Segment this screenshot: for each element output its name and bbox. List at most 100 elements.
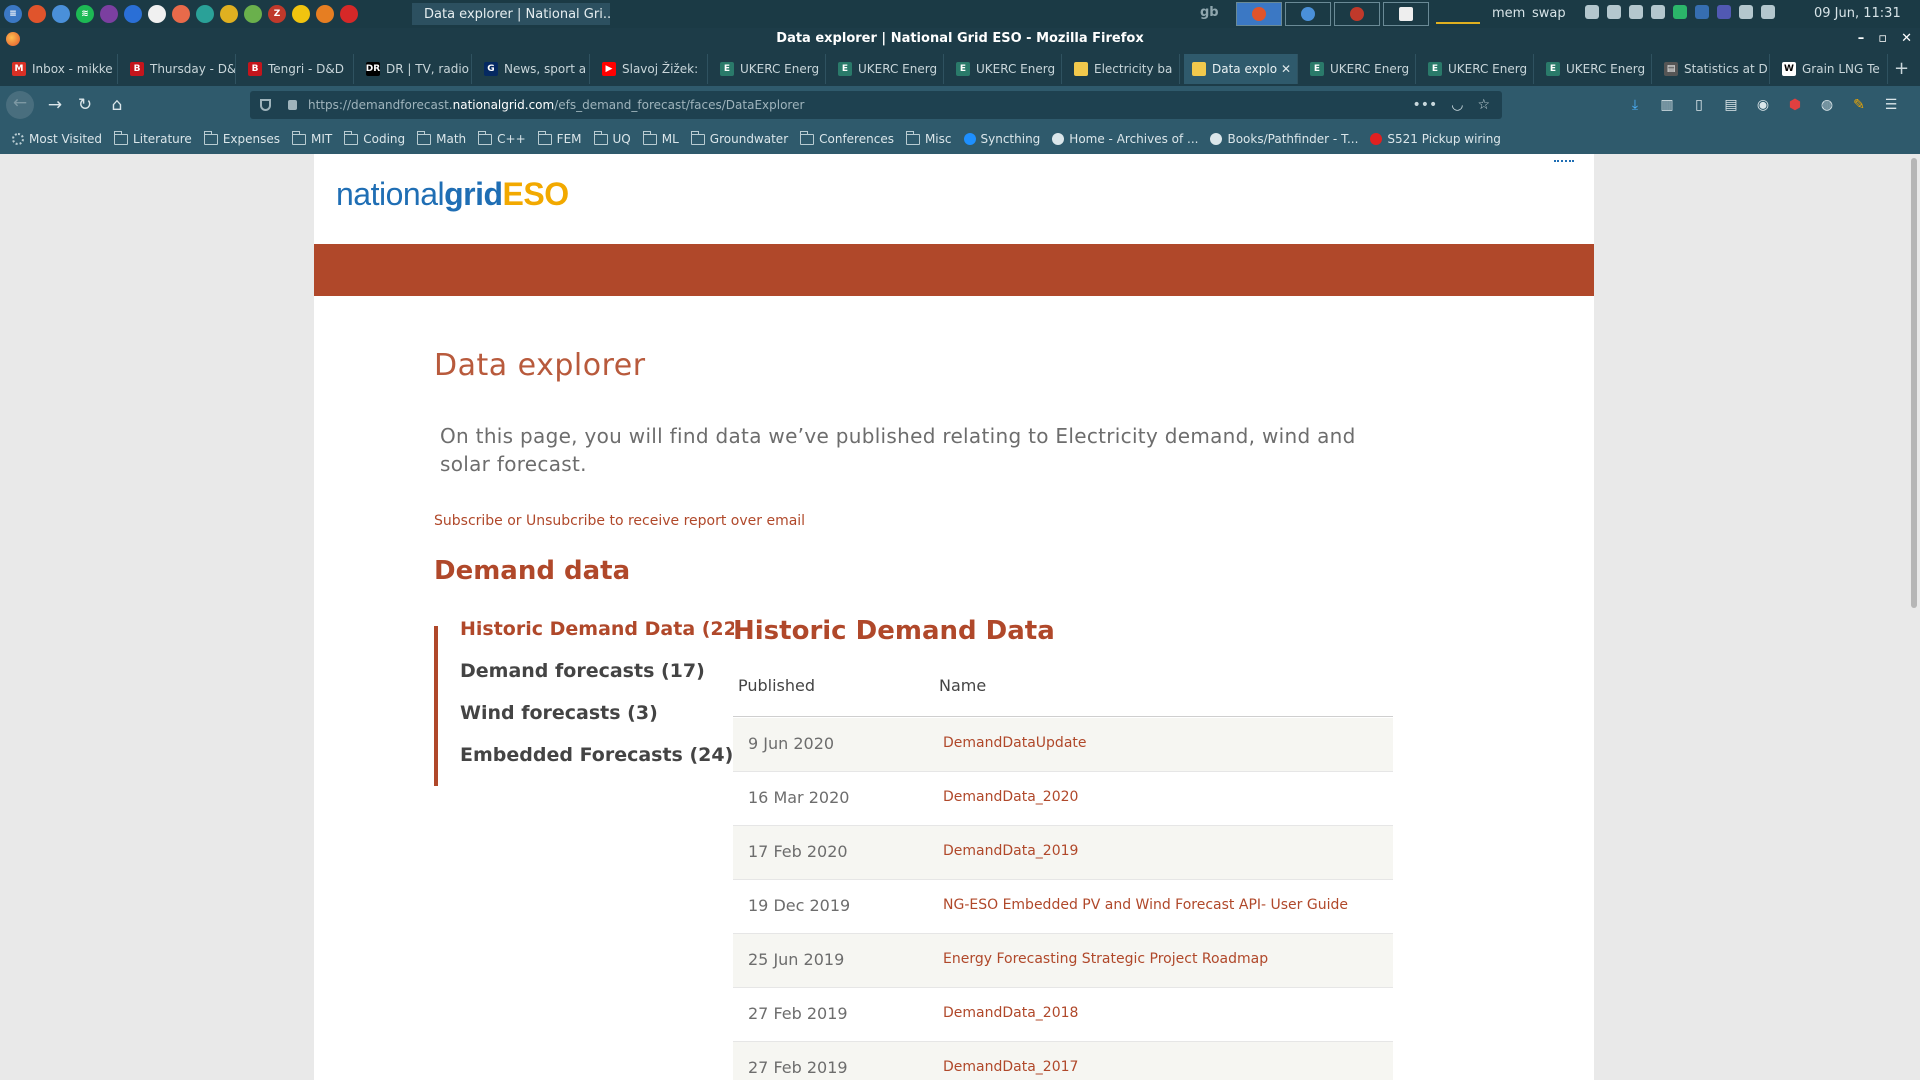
browser-tab[interactable]: Electricity ba [1066, 54, 1180, 84]
dataset-link[interactable]: DemandData_2020 [943, 789, 1078, 805]
clock[interactable]: 09 Jun, 11:31 [1814, 6, 1901, 21]
dropbox-icon[interactable] [1607, 5, 1621, 19]
browser-tab[interactable]: ▤ Statistics at D [1656, 54, 1770, 84]
forward-button[interactable]: → [42, 93, 68, 117]
browser-tab[interactable]: ▶ Slavoj Žižek: [594, 54, 708, 84]
workspace-4[interactable] [1383, 2, 1429, 26]
tracking-shield-icon[interactable] [260, 99, 271, 111]
reader-icon[interactable]: ▤ [1722, 96, 1740, 114]
nav-item-historic-demand-data[interactable]: Historic Demand Data (22) [460, 618, 734, 640]
hamburger-menu-icon[interactable]: ☰ [1882, 96, 1900, 114]
bookmark-item[interactable]: Coding [344, 130, 405, 146]
bookmark-item[interactable]: Math [417, 130, 466, 146]
bookmark-item[interactable]: Expenses [203, 130, 280, 146]
browser-tab[interactable]: M Inbox - mikke [4, 54, 118, 84]
zotero-icon[interactable]: Z [268, 5, 286, 23]
app-icon[interactable] [340, 5, 358, 23]
slack-icon[interactable] [148, 5, 166, 23]
firefox-icon[interactable] [28, 5, 46, 23]
bookmark-item[interactable]: Home - Archives of ... [1052, 132, 1198, 146]
browser-tab[interactable]: B Thursday - D& [122, 54, 236, 84]
browser-tab[interactable]: B Tengri - D&D [240, 54, 354, 84]
browser-tab[interactable]: E UKERC Energ [712, 54, 826, 84]
app-icon[interactable] [220, 5, 238, 23]
extension-icon[interactable]: ✎ [1850, 96, 1868, 114]
app-icon[interactable] [292, 5, 310, 23]
bulb-icon[interactable] [1651, 5, 1665, 19]
nav-item-wind-forecasts[interactable]: Wind forecasts (3) [460, 702, 658, 724]
sidebar-icon[interactable]: ▯ [1690, 96, 1708, 114]
column-header-name[interactable]: Name [939, 676, 986, 695]
page-scrollbar[interactable] [1908, 154, 1920, 1080]
app-icon[interactable] [196, 5, 214, 23]
pocket-icon[interactable]: ◡ [1451, 91, 1463, 119]
browser-tab[interactable]: DR DR | TV, radio [358, 54, 472, 84]
browser-tab[interactable]: E UKERC Energ [1420, 54, 1534, 84]
dataset-link[interactable]: DemandData_2017 [943, 1059, 1078, 1075]
bookmark-item[interactable]: MIT [292, 130, 332, 146]
extension-icon[interactable]: ◉ [1754, 96, 1772, 114]
bookmark-item[interactable]: UQ [593, 130, 631, 146]
account-icon[interactable]: ◍ [1818, 96, 1836, 114]
close-tab-icon[interactable]: ✕ [1281, 62, 1291, 76]
column-header-published[interactable]: Published [738, 676, 815, 695]
browser-tab[interactable]: E UKERC Energ [1538, 54, 1652, 84]
help-icon[interactable] [1695, 5, 1709, 19]
app-icon[interactable] [244, 5, 262, 23]
bookmark-item[interactable]: Groundwater [690, 130, 788, 146]
bookmark-item[interactable]: Conferences [800, 130, 894, 146]
check-icon[interactable] [1673, 5, 1687, 19]
dataset-link[interactable]: Energy Forecasting Strategic Project Roa… [943, 951, 1268, 967]
browser-tab[interactable]: Data explo ✕ [1184, 54, 1298, 84]
dataset-link[interactable]: DemandData_2018 [943, 1005, 1078, 1021]
bookmark-star-icon[interactable]: ☆ [1477, 91, 1490, 119]
bookmark-item[interactable]: S521 Pickup wiring [1370, 132, 1501, 146]
nav-item-demand-forecasts[interactable]: Demand forecasts (17) [460, 660, 705, 682]
workspace-1[interactable] [1236, 2, 1282, 26]
browser-tab[interactable]: G News, sport a [476, 54, 590, 84]
dataset-link[interactable]: DemandData_2019 [943, 843, 1078, 859]
dataset-link[interactable]: DemandDataUpdate [943, 735, 1087, 751]
menu-icon[interactable]: ≡ [4, 5, 22, 23]
download-icon[interactable]: ⤓ [1626, 96, 1644, 114]
outlook-icon[interactable] [124, 5, 142, 23]
browser-tab[interactable]: E UKERC Energ [830, 54, 944, 84]
minimize-icon[interactable]: – [1858, 28, 1865, 50]
ublock-icon[interactable]: ⬢ [1786, 96, 1804, 114]
close-icon[interactable]: ✕ [1901, 28, 1912, 50]
bookmark-item[interactable]: Literature [114, 130, 192, 146]
browser-tab[interactable]: E UKERC Energ [948, 54, 1062, 84]
volume-icon[interactable] [1739, 5, 1753, 19]
more-menu-icon[interactable] [1554, 160, 1574, 166]
subscribe-link[interactable]: Subscribe or Unsubcribe to receive repor… [434, 513, 805, 529]
lock-icon[interactable] [288, 100, 297, 110]
maximize-icon[interactable]: ▫ [1878, 28, 1887, 50]
wifi-icon[interactable] [1629, 5, 1643, 19]
app-icon[interactable] [172, 5, 190, 23]
chrome-icon[interactable] [52, 5, 70, 23]
home-button[interactable]: ⌂ [104, 93, 130, 117]
keyboard-layout[interactable]: gb [1200, 5, 1219, 20]
site-logo[interactable]: nationalgridESO [336, 176, 569, 213]
reload-button[interactable]: ↻ [72, 93, 98, 117]
library-icon[interactable]: ▥ [1658, 96, 1676, 114]
scrollbar-thumb[interactable] [1911, 158, 1917, 608]
app-icon[interactable] [316, 5, 334, 23]
active-task[interactable]: Data explorer | National Gri... [412, 3, 610, 25]
page-actions-icon[interactable]: ••• [1412, 91, 1437, 119]
nav-item-embedded-forecasts[interactable]: Embedded Forecasts (24) [460, 744, 733, 766]
bookmark-item[interactable]: Books/Pathfinder - T... [1210, 132, 1358, 146]
browser-tab[interactable]: W Grain LNG Te [1774, 54, 1888, 84]
back-button[interactable]: ← [6, 91, 34, 119]
dataset-link[interactable]: NG-ESO Embedded PV and Wind Forecast API… [943, 897, 1348, 913]
app-icon[interactable] [100, 5, 118, 23]
browser-tab[interactable]: E UKERC Energ [1302, 54, 1416, 84]
bookmark-item[interactable]: Syncthing [963, 132, 1040, 146]
teams-icon[interactable] [1717, 5, 1731, 19]
workspace-3[interactable] [1334, 2, 1380, 26]
bluetooth-icon[interactable] [1585, 5, 1599, 19]
bookmark-item[interactable]: Most Visited [12, 132, 102, 146]
workspace-2[interactable] [1285, 2, 1331, 26]
bookmark-item[interactable]: FEM [537, 130, 582, 146]
bookmark-item[interactable]: ML [642, 130, 679, 146]
